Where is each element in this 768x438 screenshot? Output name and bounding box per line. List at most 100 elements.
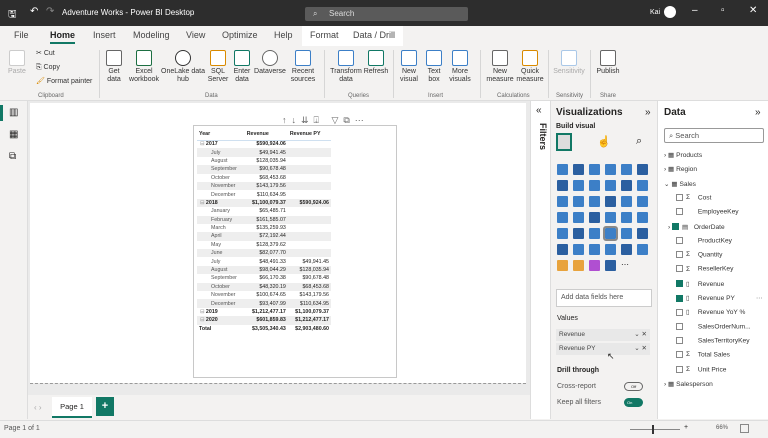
format-painter-button[interactable]: 🖌 Format painter (36, 78, 92, 86)
visual-type-icon[interactable] (603, 226, 618, 241)
visual-type-icon[interactable] (589, 228, 600, 239)
field-item[interactable]: SalesTerritoryKey (664, 336, 750, 344)
fit-to-page-icon[interactable] (740, 424, 749, 433)
visual-type-icon[interactable] (605, 260, 616, 271)
add-page-button[interactable]: + (96, 397, 114, 416)
field-checkbox[interactable] (672, 223, 680, 231)
visual-type-icon[interactable] (589, 212, 600, 223)
add-fields-dropzone[interactable]: Add data fields here (556, 289, 652, 307)
visual-type-icon[interactable] (621, 196, 632, 207)
chevron-right-icon[interactable]: › (664, 152, 666, 159)
col-header-year[interactable]: Year (197, 129, 245, 141)
matrix-visual[interactable]: Year Revenue Revenue PY ⊟ 2017 $590,924.0… (193, 125, 397, 378)
build-visual-tab[interactable] (556, 133, 572, 151)
enter-data-button[interactable]: Enter data (231, 48, 253, 84)
field-checkbox[interactable] (676, 294, 683, 302)
avatar[interactable] (664, 6, 676, 18)
remove-field-icon[interactable]: ⌄ ✕ (634, 343, 647, 355)
get-data-button[interactable]: Get data (103, 48, 125, 84)
visual-type-icon[interactable] (557, 260, 568, 271)
data-search-input[interactable]: ⌕ Search (664, 128, 764, 143)
recent-sources-button[interactable]: Recent sources (288, 48, 318, 84)
tab-home[interactable]: Home (50, 30, 76, 44)
field-checkbox[interactable] (676, 265, 683, 273)
visual-type-icon[interactable] (621, 244, 632, 255)
field-item[interactable]: › ▦ Region (664, 165, 697, 173)
excel-workbook-button[interactable]: Excel workbook (128, 48, 160, 84)
field-item[interactable]: ▯ Revenue YoY % (664, 308, 745, 316)
minimize-button[interactable]: – (692, 5, 698, 16)
filters-pane-collapsed[interactable]: « Filters (530, 101, 550, 419)
new-visual-button[interactable]: New visual (398, 48, 420, 84)
collapse-icon[interactable]: » (755, 107, 761, 118)
visual-type-icon[interactable] (557, 164, 568, 175)
prev-page-icon[interactable]: ‹ › (34, 403, 42, 412)
text-box-button[interactable]: Text box (423, 48, 445, 84)
keep-filters-toggle[interactable]: On (624, 398, 643, 407)
format-visual-tab[interactable]: ☝ (597, 135, 611, 148)
chevron-right-icon[interactable]: › (664, 381, 666, 388)
dataverse-button[interactable]: Dataverse (254, 48, 286, 76)
field-checkbox[interactable] (676, 322, 683, 330)
collapse-row-icon[interactable]: ⊟ (200, 200, 206, 206)
field-checkbox[interactable] (676, 208, 683, 216)
visual-type-icon[interactable] (589, 260, 600, 271)
maximize-button[interactable]: ▫ (721, 5, 725, 16)
undo-icon[interactable]: ↶ (30, 6, 38, 17)
visual-type-icon[interactable] (589, 196, 600, 207)
visual-type-icon[interactable] (573, 196, 584, 207)
field-checkbox[interactable] (676, 351, 683, 359)
visual-type-icon[interactable] (637, 228, 648, 239)
field-checkbox[interactable] (676, 236, 683, 244)
visual-type-icon[interactable] (637, 196, 648, 207)
sql-server-button[interactable]: SQL Server (207, 48, 229, 84)
more-visuals-icon[interactable]: ⋯ (621, 260, 632, 271)
field-checkbox[interactable] (676, 365, 683, 373)
visual-type-icon[interactable] (621, 228, 632, 239)
redo-icon[interactable]: ↷ (46, 6, 54, 17)
field-item[interactable]: › ▦ Products (664, 151, 702, 159)
field-item[interactable]: › ▤ OrderDate (664, 223, 725, 231)
visual-type-icon[interactable] (573, 260, 584, 271)
onelake-button[interactable]: OneLake data hub (161, 48, 205, 84)
table-view-icon[interactable]: ▦ (9, 129, 18, 140)
zoom-slider[interactable] (630, 429, 680, 430)
report-view-icon[interactable]: ▥ (9, 107, 18, 118)
tab-help[interactable]: Help (274, 30, 293, 40)
expand-icon[interactable]: « (536, 105, 542, 116)
value-well-revenue[interactable]: Revenue ⌄ ✕ (556, 329, 650, 341)
publish-button[interactable]: Publish (594, 48, 622, 76)
value-well-revenue-py[interactable]: Revenue PY ⌄ ✕ (556, 343, 650, 355)
visual-type-icon[interactable] (637, 164, 648, 175)
field-item[interactable]: › ▦ Salesperson (664, 380, 713, 388)
field-checkbox[interactable] (676, 309, 683, 317)
search-input[interactable]: ⌕ Search (305, 7, 468, 21)
analytics-tab[interactable]: ⌕ (636, 135, 642, 148)
field-checkbox[interactable] (676, 280, 683, 288)
visual-type-icon[interactable] (621, 164, 632, 175)
field-checkbox[interactable] (676, 336, 683, 344)
collapse-icon[interactable]: » (645, 107, 651, 118)
visual-type-icon[interactable] (589, 164, 600, 175)
visual-type-icon[interactable] (589, 244, 600, 255)
visual-type-icon[interactable] (557, 180, 568, 191)
more-options-icon[interactable]: ⋯ (756, 294, 763, 302)
visual-type-icon[interactable] (637, 244, 648, 255)
visual-type-icon[interactable] (573, 164, 584, 175)
field-item[interactable]: ⌄ ▦ Sales (664, 180, 696, 188)
tab-file[interactable]: File (14, 30, 29, 40)
collapse-row-icon[interactable]: ⊟ (200, 309, 206, 315)
chevron-right-icon[interactable]: › (664, 166, 666, 173)
quick-measure-button[interactable]: Quick measure (515, 48, 545, 84)
cut-button[interactable]: ✂ Cut (36, 50, 55, 58)
visual-type-icon[interactable] (605, 164, 616, 175)
model-view-icon[interactable]: ⧉ (9, 151, 16, 162)
visual-type-icon[interactable] (637, 212, 648, 223)
visual-type-icon[interactable] (589, 180, 600, 191)
field-item[interactable]: EmployeeKey (664, 208, 739, 215)
visual-type-icon[interactable] (557, 228, 568, 239)
field-item[interactable]: SalesOrderNum... (664, 322, 751, 330)
new-measure-button[interactable]: New measure (485, 48, 515, 84)
zoom-slider-thumb[interactable] (652, 425, 654, 434)
field-item[interactable]: Σ Quantity (664, 251, 722, 258)
